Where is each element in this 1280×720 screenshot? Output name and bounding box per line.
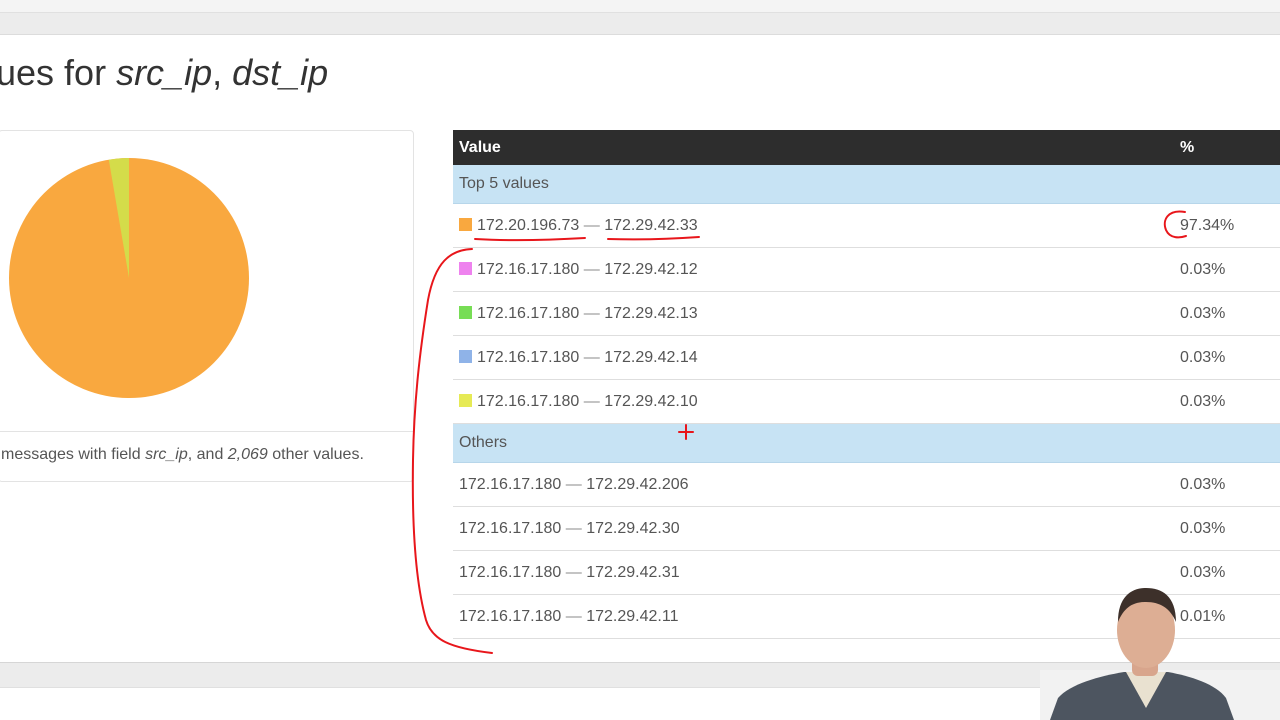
pie-footer: messages with field src_ip, and 2,069 ot… xyxy=(0,431,413,482)
top-bar xyxy=(0,0,1280,35)
group-others: Others xyxy=(453,423,1280,463)
page-title-sep: , xyxy=(212,52,233,93)
src-ip[interactable]: 172.16.17.180 xyxy=(459,520,561,537)
dst-ip[interactable]: 172.29.42.10 xyxy=(604,393,697,410)
src-ip[interactable]: 172.16.17.180 xyxy=(477,349,579,366)
pie-chart-panel: messages with field src_ip, and 2,069 ot… xyxy=(0,130,414,482)
table-row[interactable]: 172.16.17.180 — 172.29.42.13 0.03% xyxy=(453,291,1280,336)
dst-ip[interactable]: 172.29.42.12 xyxy=(604,261,697,278)
table-row[interactable]: 172.16.17.180 — 172.29.42.30 0.03% xyxy=(453,506,1280,551)
dst-ip[interactable]: 172.29.42.11 xyxy=(586,608,678,625)
value-cell: 172.16.17.180 — 172.29.42.206 xyxy=(453,462,1174,507)
src-ip[interactable]: 172.16.17.180 xyxy=(477,261,579,278)
group-others-label: Others xyxy=(453,423,1280,463)
ip-separator-dash: — xyxy=(583,260,600,278)
table-header-row: Value % xyxy=(453,130,1280,165)
group-top-values-label: Top 5 values xyxy=(453,165,1280,204)
percent-cell: 0.03% xyxy=(1174,247,1280,292)
table-row[interactable]: 172.20.196.73 — 172.29.42.33 97.34% xyxy=(453,203,1280,248)
percent-cell: 97.34% xyxy=(1174,203,1280,248)
dst-ip[interactable]: 172.29.42.31 xyxy=(586,564,679,581)
pie-footer-text: messages with field src_ip, and 2,069 ot… xyxy=(1,446,364,464)
ip-separator-dash: — xyxy=(565,563,582,581)
column-header-percent[interactable]: % xyxy=(1174,130,1280,165)
percent-cell: 0.03% xyxy=(1174,291,1280,336)
src-ip[interactable]: 172.16.17.180 xyxy=(477,393,579,410)
ip-separator-dash: — xyxy=(565,607,582,625)
percent-cell: 0.03% xyxy=(1174,335,1280,380)
value-cell: 172.16.17.180 — 172.29.42.12 xyxy=(453,247,1174,292)
column-header-value[interactable]: Value xyxy=(453,130,1174,165)
ip-separator: — xyxy=(579,217,604,234)
value-cell: 172.16.17.180 — 172.29.42.14 xyxy=(453,335,1174,380)
src-ip[interactable]: 172.16.17.180 xyxy=(459,564,561,581)
ip-separator-dash: — xyxy=(583,392,600,410)
pie-footer-mid: , and xyxy=(187,446,228,463)
table-row[interactable]: 172.16.17.180 — 172.29.42.206 0.03% xyxy=(453,462,1280,507)
src-ip[interactable]: 172.16.17.180 xyxy=(459,608,561,625)
legend-swatch xyxy=(459,217,472,231)
page-title-prefix: ues for xyxy=(0,52,117,93)
value-cell: 172.16.17.180 — 172.29.42.30 xyxy=(453,506,1174,551)
ip-separator-dash: — xyxy=(583,216,600,234)
src-ip[interactable]: 172.16.17.180 xyxy=(477,305,579,322)
values-table-body: Top 5 values 172.20.196.73 — 172.29.42.33… xyxy=(453,165,1280,639)
legend-swatch xyxy=(459,305,472,319)
pie-footer-count: 2,069 xyxy=(227,446,268,463)
ip-separator: — xyxy=(579,349,604,366)
table-row[interactable]: 172.16.17.180 — 172.29.42.12 0.03% xyxy=(453,247,1280,292)
ip-separator: — xyxy=(579,305,604,322)
percent-cell: 0.03% xyxy=(1174,506,1280,551)
ip-separator: — xyxy=(579,261,604,278)
dst-ip[interactable]: 172.29.42.206 xyxy=(586,476,688,493)
ip-separator-dash: — xyxy=(565,519,582,537)
percent-cell: 0.03% xyxy=(1174,379,1280,424)
dst-ip[interactable]: 172.29.42.33 xyxy=(604,217,697,234)
ip-separator-dash: — xyxy=(565,475,582,493)
src-ip[interactable]: 172.16.17.180 xyxy=(459,476,561,493)
legend-swatch xyxy=(459,393,472,407)
table-row[interactable]: 172.16.17.180 — 172.29.42.10 0.03% xyxy=(453,379,1280,424)
dst-ip[interactable]: 172.29.42.14 xyxy=(604,349,697,366)
page-title-field-dst: dst_ip xyxy=(232,52,329,93)
presenter-webcam xyxy=(1040,588,1280,720)
value-cell: 172.16.17.180 — 172.29.42.10 xyxy=(453,379,1174,424)
percent-cell: 0.03% xyxy=(1174,462,1280,507)
value-cell: 172.20.196.73 — 172.29.42.33 xyxy=(453,203,1174,248)
legend-swatch xyxy=(459,349,472,363)
ip-separator-dash: — xyxy=(583,304,600,322)
src-ip[interactable]: 172.20.196.73 xyxy=(477,217,579,234)
page-title-field-src: src_ip xyxy=(116,52,213,93)
ip-separator: — xyxy=(579,393,604,410)
dst-ip[interactable]: 172.29.42.30 xyxy=(586,520,679,537)
pie-footer-field: src_ip xyxy=(145,446,188,463)
ip-separator-dash: — xyxy=(583,348,600,366)
dst-ip[interactable]: 172.29.42.13 xyxy=(604,305,697,322)
pie-chart[interactable] xyxy=(0,151,409,421)
pie-footer-suffix: other values. xyxy=(267,446,364,463)
top-bar-inner xyxy=(0,12,1280,34)
values-table: Value % Top 5 values 172.20.196.73 — 172.… xyxy=(453,130,1280,639)
group-top-values: Top 5 values xyxy=(453,165,1280,204)
ip-separator: — xyxy=(561,476,586,493)
value-cell: 172.16.17.180 — 172.29.42.13 xyxy=(453,291,1174,336)
page-title: ues for src_ip, dst_ip xyxy=(0,52,328,94)
ip-separator: — xyxy=(561,520,586,537)
ip-separator: — xyxy=(561,564,586,581)
ip-separator: — xyxy=(561,608,586,625)
legend-swatch xyxy=(459,261,472,275)
table-row[interactable]: 172.16.17.180 — 172.29.42.14 0.03% xyxy=(453,335,1280,380)
pie-footer-prefix: messages with field xyxy=(1,446,146,463)
